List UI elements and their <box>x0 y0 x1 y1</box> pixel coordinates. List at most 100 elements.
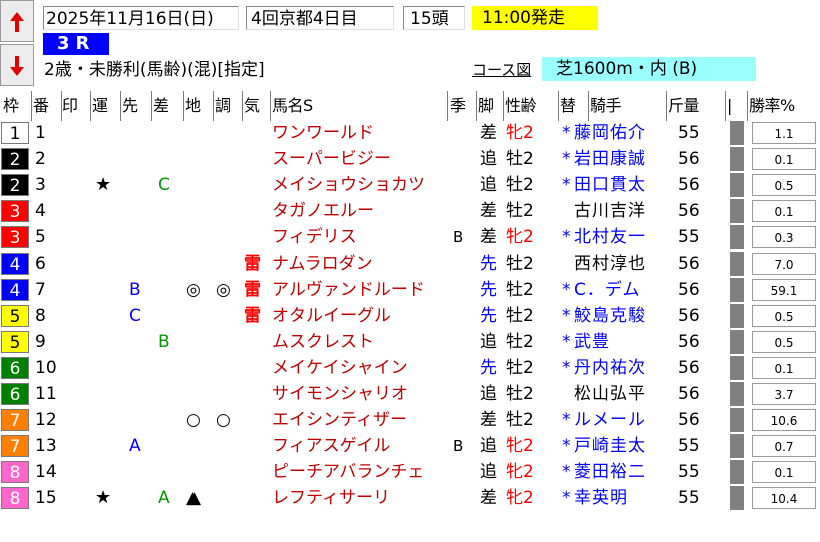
jockey-change-mark: * <box>562 123 571 143</box>
column-divider <box>588 91 589 121</box>
column-header-9[interactable]: 馬名S <box>272 93 313 119</box>
table-row[interactable]: 4 7 B ◎ ◎ 雷アルヴァンドルード 先牡2 * C．デム 56 59.1 <box>0 277 820 303</box>
table-row[interactable]: 1 1 ワンワールド 差牝2 * 藤岡佑介 55 1.1 <box>0 120 820 146</box>
season-grade: B <box>453 437 464 456</box>
table-row[interactable]: 5 8 C 雷オタルイーグル 先牡2 * 鮫島克駿 56 0.5 <box>0 303 820 329</box>
column-header-11[interactable]: 脚 <box>478 93 494 119</box>
horse-number: 14 <box>35 462 57 483</box>
race-meeting: 4回京都4日目 <box>246 6 394 30</box>
running-style: 差 <box>480 201 497 222</box>
column-header-4[interactable]: 先 <box>122 93 138 119</box>
weight: 56 <box>678 305 700 326</box>
column-divider <box>447 91 448 121</box>
course-info: 芝1600m・内 (B) <box>542 57 756 81</box>
jockey-name: 菱田裕二 <box>574 462 646 483</box>
course-map-link[interactable]: コース図 <box>472 58 540 82</box>
column-header-16[interactable]: | <box>727 93 732 119</box>
sex-age: 牝2 <box>506 462 534 483</box>
horse-number: 15 <box>35 488 57 509</box>
column-header-12[interactable]: 性齢 <box>505 93 537 119</box>
table-row[interactable]: 8 15 ★ A ▲ ▲ レフティサーリ差牝2 * 幸英明 55 10.4 <box>0 485 820 511</box>
column-header-8[interactable]: 気 <box>244 93 260 119</box>
horse-number: 6 <box>35 253 46 274</box>
jockey-name: 幸英明 <box>574 488 628 509</box>
running-style: 追 <box>480 149 497 170</box>
sex-age: 牝2 <box>506 123 534 143</box>
horse-number: 3 <box>35 175 46 196</box>
weight: 56 <box>678 201 700 222</box>
column-header-1[interactable]: 番 <box>33 93 49 119</box>
column-header-10[interactable]: 季 <box>450 93 466 119</box>
mark-icon: ★ <box>95 487 112 509</box>
column-header-2[interactable]: 印 <box>62 93 78 119</box>
table-row[interactable]: 5 9 B ムスクレスト 追牡2 * 武豊 56 0.5 <box>0 329 820 355</box>
column-divider <box>503 91 504 121</box>
next-race-button[interactable] <box>0 44 34 86</box>
column-header-14[interactable]: 騎手 <box>590 93 622 119</box>
jockey-change-mark: * <box>562 305 571 326</box>
frame-number: 1 <box>1 122 29 144</box>
table-row[interactable]: 2 2 スーパービジー 追牡2 * 岩田康誠 56 0.1 <box>0 146 820 172</box>
separator-bar <box>730 225 744 250</box>
table-row[interactable]: 3 4 タガノエルー 差牡2 古川吉洋 56 0.1 <box>0 198 820 224</box>
table-row[interactable]: 2 3 ★ C メイショウショカツ 追牡2 * 田口貫太 56 0.5 <box>0 172 820 198</box>
arrow-up-icon <box>10 12 24 32</box>
lead-grade: B <box>158 331 170 352</box>
sex-age: 牡2 <box>506 357 534 378</box>
column-header-6[interactable]: 地 <box>185 93 201 119</box>
column-header-17[interactable]: 勝率% <box>749 93 795 119</box>
weight: 56 <box>678 175 700 196</box>
table-row[interactable]: 4 6 雷ナムラロダン 先牡2 西村淳也 56 7.0 <box>0 251 820 277</box>
jockey-name: 武豊 <box>574 331 610 352</box>
sex-age: 牡2 <box>506 331 534 352</box>
win-rate: 0.5 <box>752 174 816 197</box>
column-divider <box>213 91 214 121</box>
column-header-0[interactable]: 枠 <box>3 93 19 119</box>
frame-number: 5 <box>1 330 29 353</box>
frame-number: 5 <box>1 304 29 327</box>
prev-race-button[interactable] <box>0 0 34 42</box>
running-style: 追 <box>480 384 497 404</box>
mark-icon: ★ <box>95 174 112 196</box>
frame-number: 4 <box>1 278 29 301</box>
table-row[interactable]: 6 11 サイモンシャリオ 追牡2 松山弘平 56 3.7 <box>0 381 820 407</box>
table-row[interactable]: 6 10 メイケイシャイン 先牡2 * 丹内祐次 56 0.1 <box>0 355 820 381</box>
jockey-change-mark: * <box>562 436 571 457</box>
win-rate: 3.7 <box>752 383 816 405</box>
column-header-5[interactable]: 差 <box>153 93 169 119</box>
win-rate: 0.3 <box>752 226 816 249</box>
horse-number: 11 <box>35 384 57 404</box>
column-divider <box>666 91 667 121</box>
sex-age: 牡2 <box>506 149 534 170</box>
running-style: 先 <box>480 305 497 326</box>
lead-grade: A <box>158 488 170 509</box>
running-style: 差 <box>480 123 497 143</box>
jockey-name: 田口貫太 <box>574 175 646 196</box>
weight: 55 <box>678 436 700 457</box>
thunder-mark: 雷 <box>244 305 261 326</box>
jockey-name: 岩田康誠 <box>574 149 646 170</box>
column-header-7[interactable]: 調 <box>215 93 231 119</box>
win-rate: 0.1 <box>752 148 816 171</box>
column-header-13[interactable]: 替 <box>560 93 576 119</box>
table-row[interactable]: 8 14 ピーチアバランチェ 追牝2 * 菱田裕二 55 0.1 <box>0 459 820 485</box>
horse-number: 5 <box>35 227 46 248</box>
column-divider <box>31 91 32 121</box>
jockey-name: 北村友一 <box>574 227 646 248</box>
column-header-15[interactable]: 斤量 <box>668 93 700 119</box>
table-row[interactable]: 3 5 フィデリス B 差牝2 * 北村友一 55 0.3 <box>0 224 820 250</box>
training-mark: ◎ <box>216 279 231 300</box>
horse-name: スーパービジー <box>272 149 391 170</box>
luck-grade: B <box>129 279 141 300</box>
weight: 55 <box>678 488 700 509</box>
field-size: 15頭 <box>403 6 465 30</box>
jockey-change-mark: * <box>562 462 571 483</box>
separator-bar <box>730 408 744 433</box>
frame-number: 7 <box>1 409 29 432</box>
horse-number: 12 <box>35 410 57 431</box>
table-row[interactable]: 7 12 ○ ○ エイシンティザー 差牡2 * ルメール 56 10.6 <box>0 407 820 433</box>
horse-name: アルヴァンドルード <box>272 279 425 300</box>
column-header-3[interactable]: 運 <box>92 93 108 119</box>
sex-age: 牡2 <box>506 253 534 274</box>
table-row[interactable]: 7 13 A フィアスゲイル B 追牝2 * 戸崎圭太 55 0.7 <box>0 433 820 459</box>
